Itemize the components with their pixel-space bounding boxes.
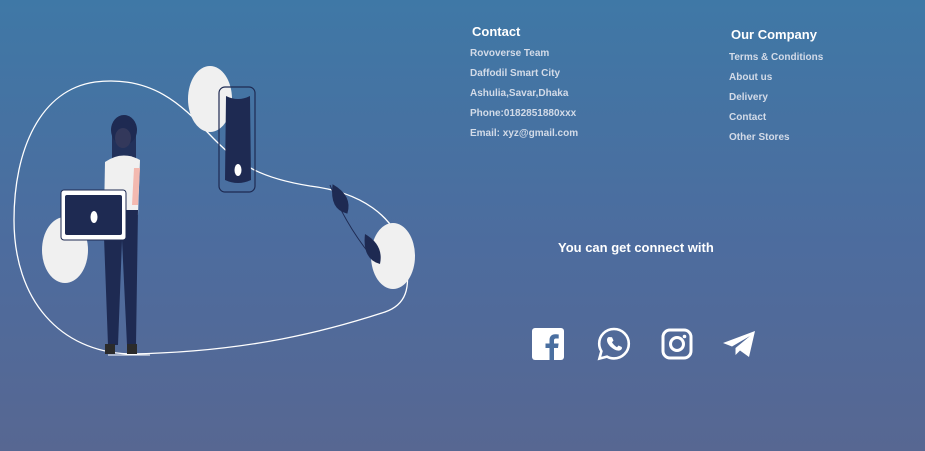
contact-address-2: Ashulia,Savar,Dhaka [470,88,569,99]
contact-link[interactable]: Contact [729,112,766,123]
telegram-icon[interactable] [721,326,757,362]
contact-list: Rovoverse Team Daffodil Smart City Ashul… [470,47,578,147]
contact-section: Contact Rovoverse Team Daffodil Smart Ci… [470,24,578,147]
circle-top [188,66,232,132]
terms-link[interactable]: Terms & Conditions [729,52,823,63]
contact-heading: Contact [472,24,521,39]
contact-address-1: Daffodil Smart City [470,68,561,79]
leaf-graphic [329,184,381,264]
company-heading: Our Company [731,27,817,42]
about-us-link[interactable]: About us [729,72,772,83]
list-item: Contact [729,112,823,132]
instagram-icon[interactable] [659,326,695,362]
contact-team: Rovoverse Team [470,48,550,59]
company-links: Terms & Conditions About us Delivery Con… [729,52,823,152]
contact-email: Email: xyz@gmail.com [470,128,579,139]
connect-heading: You can get connect with [558,240,714,255]
list-item: About us [729,72,823,92]
delivery-link[interactable]: Delivery [729,92,768,103]
contact-phone: Phone:0182851880xxx [470,108,577,119]
list-item: Terms & Conditions [729,52,823,72]
bag-graphic [60,189,127,241]
other-stores-link[interactable]: Other Stores [729,132,790,143]
whatsapp-icon[interactable] [596,326,632,362]
hero-illustration [13,66,415,356]
list-item: Delivery [729,92,823,112]
company-section: Our Company Terms & Conditions About us … [729,27,823,152]
facebook-icon[interactable] [530,326,566,362]
list-item: Other Stores [729,132,823,152]
